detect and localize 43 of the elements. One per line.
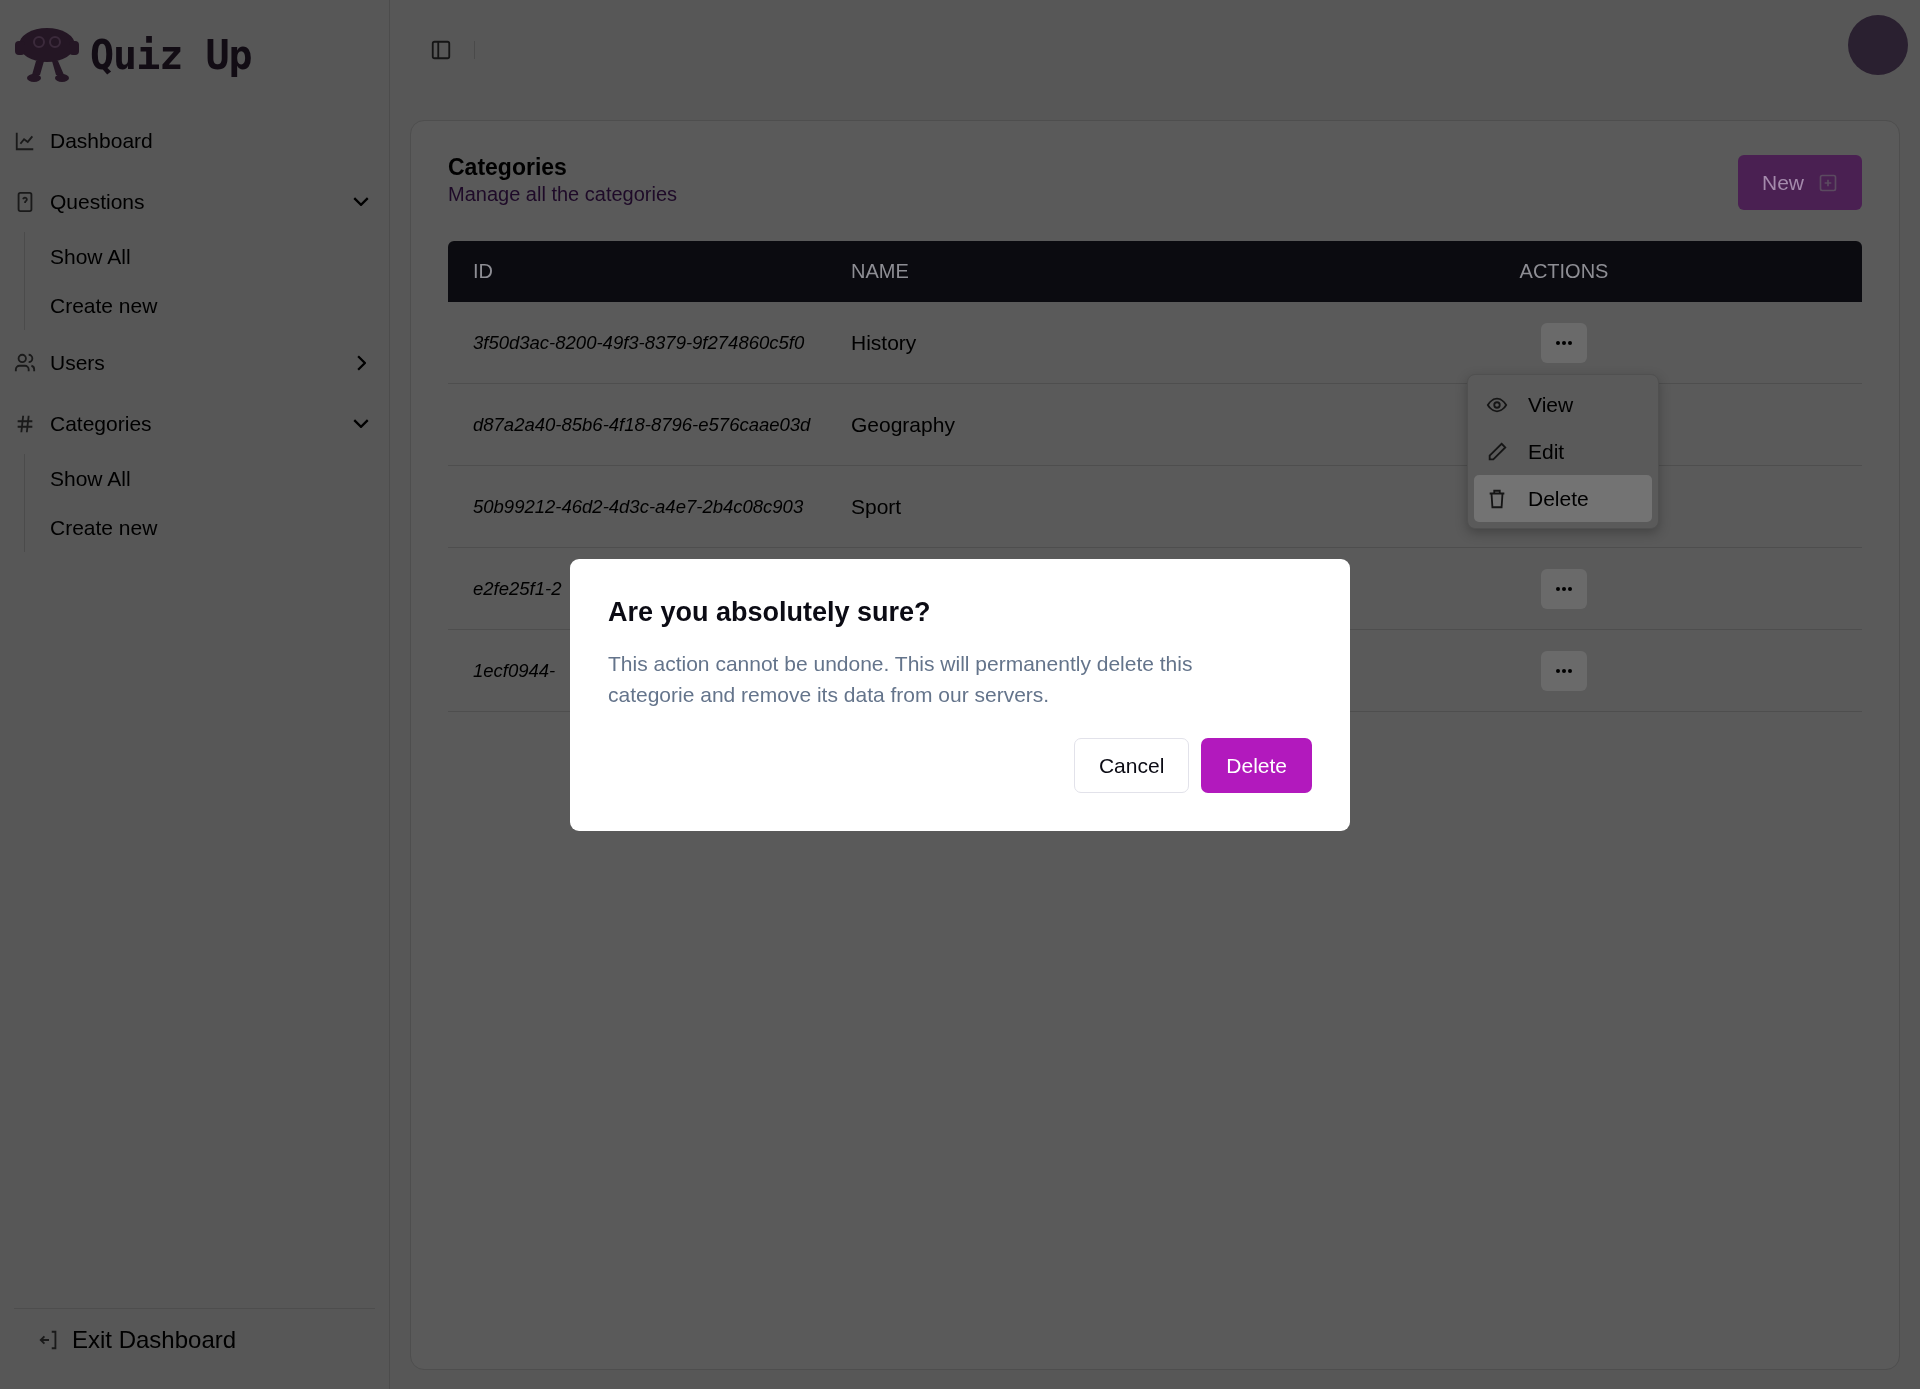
id-cell: e2fe25f1-2 xyxy=(473,577,562,599)
avatar[interactable] xyxy=(1848,15,1908,75)
menu-item[interactable]: Delete xyxy=(1474,475,1652,522)
sidebar-item[interactable]: Categories xyxy=(12,393,379,454)
name-cell: Sport xyxy=(851,494,902,518)
more-icon xyxy=(1555,667,1573,674)
dialog-description: This action cannot be undone. This will permanently delete this categorie and remove its data from our servers. xyxy=(608,651,1194,708)
more-icon xyxy=(1555,585,1573,592)
dialog-title: Are you absolutely sure? xyxy=(608,597,932,628)
menu-item[interactable]: View xyxy=(1474,381,1652,428)
mascot-logo-icon xyxy=(12,25,82,85)
more-icon xyxy=(1555,339,1573,346)
sidebar-item[interactable]: Dashboard xyxy=(12,110,379,171)
column-header: ID xyxy=(472,260,494,283)
exit-dashboard-link[interactable]: Exit Dashboard xyxy=(14,1308,375,1371)
sidebar-toggle-icon[interactable] xyxy=(430,39,452,61)
id-cell: 1ecf0944- xyxy=(473,659,556,681)
page-subtitle: Manage all the categories xyxy=(448,183,678,206)
sidebar-subitem[interactable]: Create new xyxy=(50,503,379,552)
sidebar-item[interactable]: Users xyxy=(12,332,379,393)
row-actions-button[interactable] xyxy=(1541,568,1587,609)
sidebar-subitem[interactable]: Create new xyxy=(50,281,379,330)
delete-button[interactable]: Delete xyxy=(1201,738,1312,793)
users-icon xyxy=(14,351,36,374)
page-title: Categories xyxy=(448,154,568,181)
id-cell: d87a2a40-85b6-4f18-8796-e576caae03d xyxy=(473,413,811,435)
plus-square-icon xyxy=(1818,172,1838,193)
logo-text: Quiz Up xyxy=(90,32,252,78)
row-actions-button[interactable] xyxy=(1541,322,1587,363)
sidebar-subitem[interactable]: Show All xyxy=(50,454,379,503)
id-cell: 3f50d3ac-8200-49f3-8379-9f274860c5f0 xyxy=(473,331,805,353)
column-header: NAME xyxy=(851,260,910,283)
sidebar-subitem[interactable]: Show All xyxy=(50,232,379,281)
menu-item[interactable]: Edit xyxy=(1474,428,1652,475)
cancel-button[interactable]: Cancel xyxy=(1073,738,1190,793)
name-cell: Geography xyxy=(851,412,955,436)
sidebar-item[interactable]: Questions xyxy=(12,171,379,232)
new-button[interactable]: New xyxy=(1738,155,1862,210)
pencil-icon xyxy=(1486,440,1508,463)
name-cell: History xyxy=(851,330,917,354)
column-header: ACTIONS xyxy=(1519,260,1609,283)
id-cell: 50b99212-46d2-4d3c-a4e7-2b4c08c903 xyxy=(473,495,804,517)
row-actions-button[interactable] xyxy=(1541,650,1587,691)
